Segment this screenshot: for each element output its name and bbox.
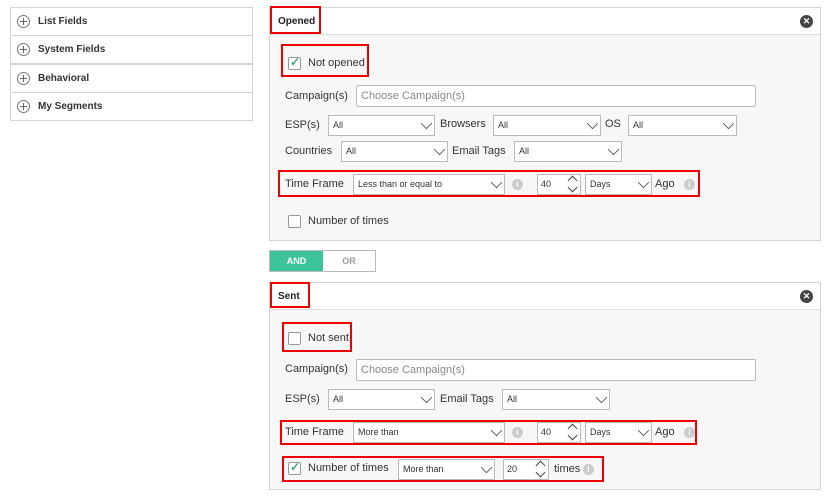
sidebar-item-label: List Fields [38,16,88,27]
close-icon[interactable]: ✕ [800,290,813,303]
browsers-label: Browsers [440,118,486,130]
browsers-select[interactable]: All [493,115,601,136]
campaigns-label: Campaign(s) [285,363,348,375]
or-button[interactable]: OR [323,251,375,271]
plus-circle-icon [17,100,30,113]
opened-condition-panel: Opened ✕ Not opened Campaign(s) Choose C… [269,7,821,241]
plus-circle-icon [17,15,30,28]
chevron-down-icon [420,391,433,404]
highlight-box [270,6,321,34]
highlight-box [278,170,700,197]
chevron-down-icon [586,117,599,130]
highlight-box [282,456,604,482]
chevron-down-icon [607,143,620,156]
os-select[interactable]: All [628,115,737,136]
campaigns-label: Campaign(s) [285,90,348,102]
campaigns-input[interactable]: Choose Campaign(s) [356,359,756,381]
esp-label: ESP(s) [285,393,320,405]
plus-circle-icon [17,72,30,85]
chevron-down-icon [433,143,446,156]
sidebar-item-label: My Segments [38,101,103,112]
number-of-times-checkbox[interactable] [288,215,301,228]
sidebar-item-list-fields[interactable]: List Fields [10,7,253,36]
sidebar-item-system-fields[interactable]: System Fields [10,35,253,64]
highlight-box [282,322,352,352]
highlight-box [270,282,310,308]
email-tags-select[interactable]: All [502,389,610,410]
sidebar-item-my-segments[interactable]: My Segments [10,92,253,121]
os-label: OS [605,118,621,130]
close-icon[interactable]: ✕ [800,15,813,28]
sidebar-item-label: System Fields [38,44,106,55]
number-of-times-label: Number of times [308,215,389,227]
logic-toggle: AND OR [269,250,376,272]
email-tags-select[interactable]: All [514,141,622,162]
chevron-down-icon [595,391,608,404]
sidebar-item-behavioral[interactable]: Behavioral [10,64,253,93]
sidebar-item-label: Behavioral [38,73,90,84]
esp-select[interactable]: All [328,389,435,410]
opened-panel-header: Opened ✕ [270,8,820,35]
and-button[interactable]: AND [270,251,323,271]
plus-circle-icon [17,43,30,56]
chevron-down-icon [722,117,735,130]
highlight-box [281,44,369,77]
sent-panel-header: Sent ✕ [270,283,820,310]
countries-label: Countries [285,145,333,157]
campaigns-input[interactable]: Choose Campaign(s) [356,85,756,107]
esp-select[interactable]: All [328,115,435,136]
highlight-box [280,420,697,445]
esp-label: ESP(s) [285,119,320,131]
countries-select[interactable]: All [341,141,448,162]
email-tags-label: Email Tags [440,393,494,405]
chevron-down-icon [420,117,433,130]
email-tags-label: Email Tags [452,145,506,157]
